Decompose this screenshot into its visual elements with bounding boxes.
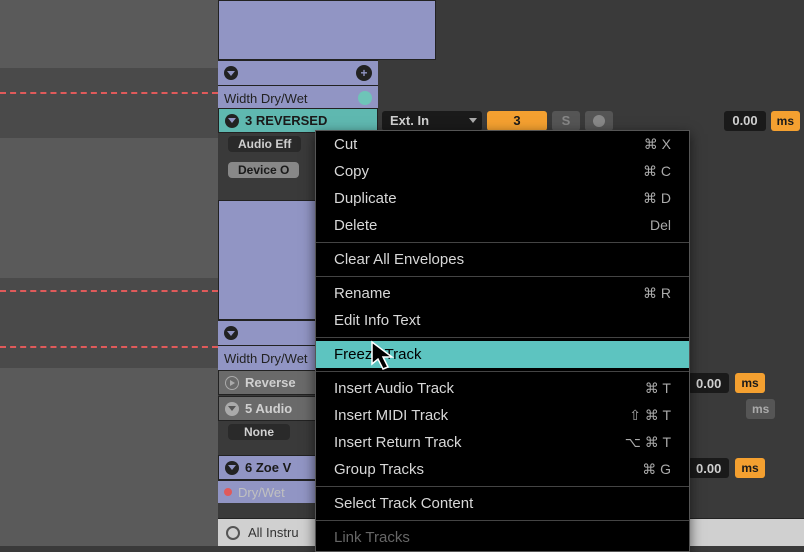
track-delay-field[interactable]: 0.00 xyxy=(724,111,765,131)
menu-cut[interactable]: Cut⌘ X xyxy=(316,131,689,158)
param-label: Width Dry/Wet xyxy=(224,351,308,366)
ms-unit-button[interactable]: ms xyxy=(746,399,775,419)
delay-field[interactable]: 0.00 xyxy=(688,458,729,478)
none-pill[interactable]: None xyxy=(228,424,290,440)
play-icon[interactable] xyxy=(225,376,239,390)
track-name: Reverse xyxy=(245,375,296,390)
param-selector[interactable]: Width Dry/Wet xyxy=(218,85,378,110)
solo-button[interactable]: S xyxy=(552,111,580,131)
param-label: Dry/Wet xyxy=(238,485,285,500)
track-name: 5 Audio xyxy=(245,401,292,416)
fold-toggle-icon[interactable] xyxy=(225,461,239,475)
ms-unit-button[interactable]: ms xyxy=(771,111,800,131)
menu-select-track-content[interactable]: Select Track Content xyxy=(316,490,689,517)
menu-freeze-track[interactable]: Freeze Track xyxy=(316,341,689,368)
device-chain: None xyxy=(228,424,290,440)
menu-duplicate[interactable]: Duplicate⌘ D xyxy=(316,185,689,212)
menu-edit-info[interactable]: Edit Info Text xyxy=(316,307,689,334)
menu-insert-return[interactable]: Insert Return Track⌥ ⌘ T xyxy=(316,429,689,456)
fold-toggle-icon[interactable] xyxy=(225,402,239,416)
automation-lane[interactable] xyxy=(0,278,218,368)
clip-region[interactable] xyxy=(218,0,436,60)
device-pill[interactable]: Device O xyxy=(228,162,299,178)
menu-separator xyxy=(316,371,689,372)
menu-insert-audio[interactable]: Insert Audio Track⌘ T xyxy=(316,375,689,402)
value-row: 0.00 ms xyxy=(688,373,765,393)
arm-button[interactable] xyxy=(585,111,613,131)
menu-link-tracks[interactable]: Link Tracks xyxy=(316,524,689,551)
menu-insert-midi[interactable]: Insert MIDI Track⇧ ⌘ T xyxy=(316,402,689,429)
track-activator-button[interactable]: 3 xyxy=(487,111,547,131)
menu-separator xyxy=(316,242,689,243)
menu-delete[interactable]: DeleteDel xyxy=(316,212,689,239)
automation-toggle-row: + xyxy=(218,60,378,85)
add-automation-button[interactable]: + xyxy=(356,65,372,81)
menu-clear-envelopes[interactable]: Clear All Envelopes xyxy=(316,246,689,273)
value-row: ms xyxy=(746,399,775,419)
device-chain: Device O xyxy=(228,162,299,178)
menu-separator xyxy=(316,520,689,521)
ms-unit-button[interactable]: ms xyxy=(735,458,764,478)
record-dot-icon xyxy=(593,115,605,127)
automation-led-icon[interactable] xyxy=(358,91,372,105)
fold-toggle-icon[interactable] xyxy=(225,114,239,128)
param-label: Width Dry/Wet xyxy=(224,91,308,106)
menu-rename[interactable]: Rename⌘ R xyxy=(316,280,689,307)
audio-effects-pill[interactable]: Audio Eff xyxy=(228,136,301,152)
automation-lane[interactable] xyxy=(0,68,218,138)
menu-separator xyxy=(316,337,689,338)
menu-separator xyxy=(316,486,689,487)
ms-unit-button[interactable]: ms xyxy=(735,373,764,393)
input-type-dropdown[interactable]: Ext. In xyxy=(382,111,482,131)
track-name: 6 Zoe V xyxy=(245,460,291,475)
device-browser-label: All Instru xyxy=(248,525,299,540)
device-chain: Audio Eff xyxy=(228,136,301,152)
menu-copy[interactable]: Copy⌘ C xyxy=(316,158,689,185)
automation-indicator-icon xyxy=(224,488,232,496)
track-name: 3 REVERSED xyxy=(245,113,327,128)
track-context-menu: Cut⌘ X Copy⌘ C Duplicate⌘ D DeleteDel Cl… xyxy=(315,130,690,552)
collapse-toggle-icon[interactable] xyxy=(224,66,238,80)
menu-group-tracks[interactable]: Group Tracks⌘ G xyxy=(316,456,689,483)
device-led-icon[interactable] xyxy=(226,526,240,540)
value-row: 0.00 ms xyxy=(688,458,765,478)
collapse-toggle-icon[interactable] xyxy=(224,326,238,340)
menu-separator xyxy=(316,276,689,277)
delay-field[interactable]: 0.00 xyxy=(688,373,729,393)
